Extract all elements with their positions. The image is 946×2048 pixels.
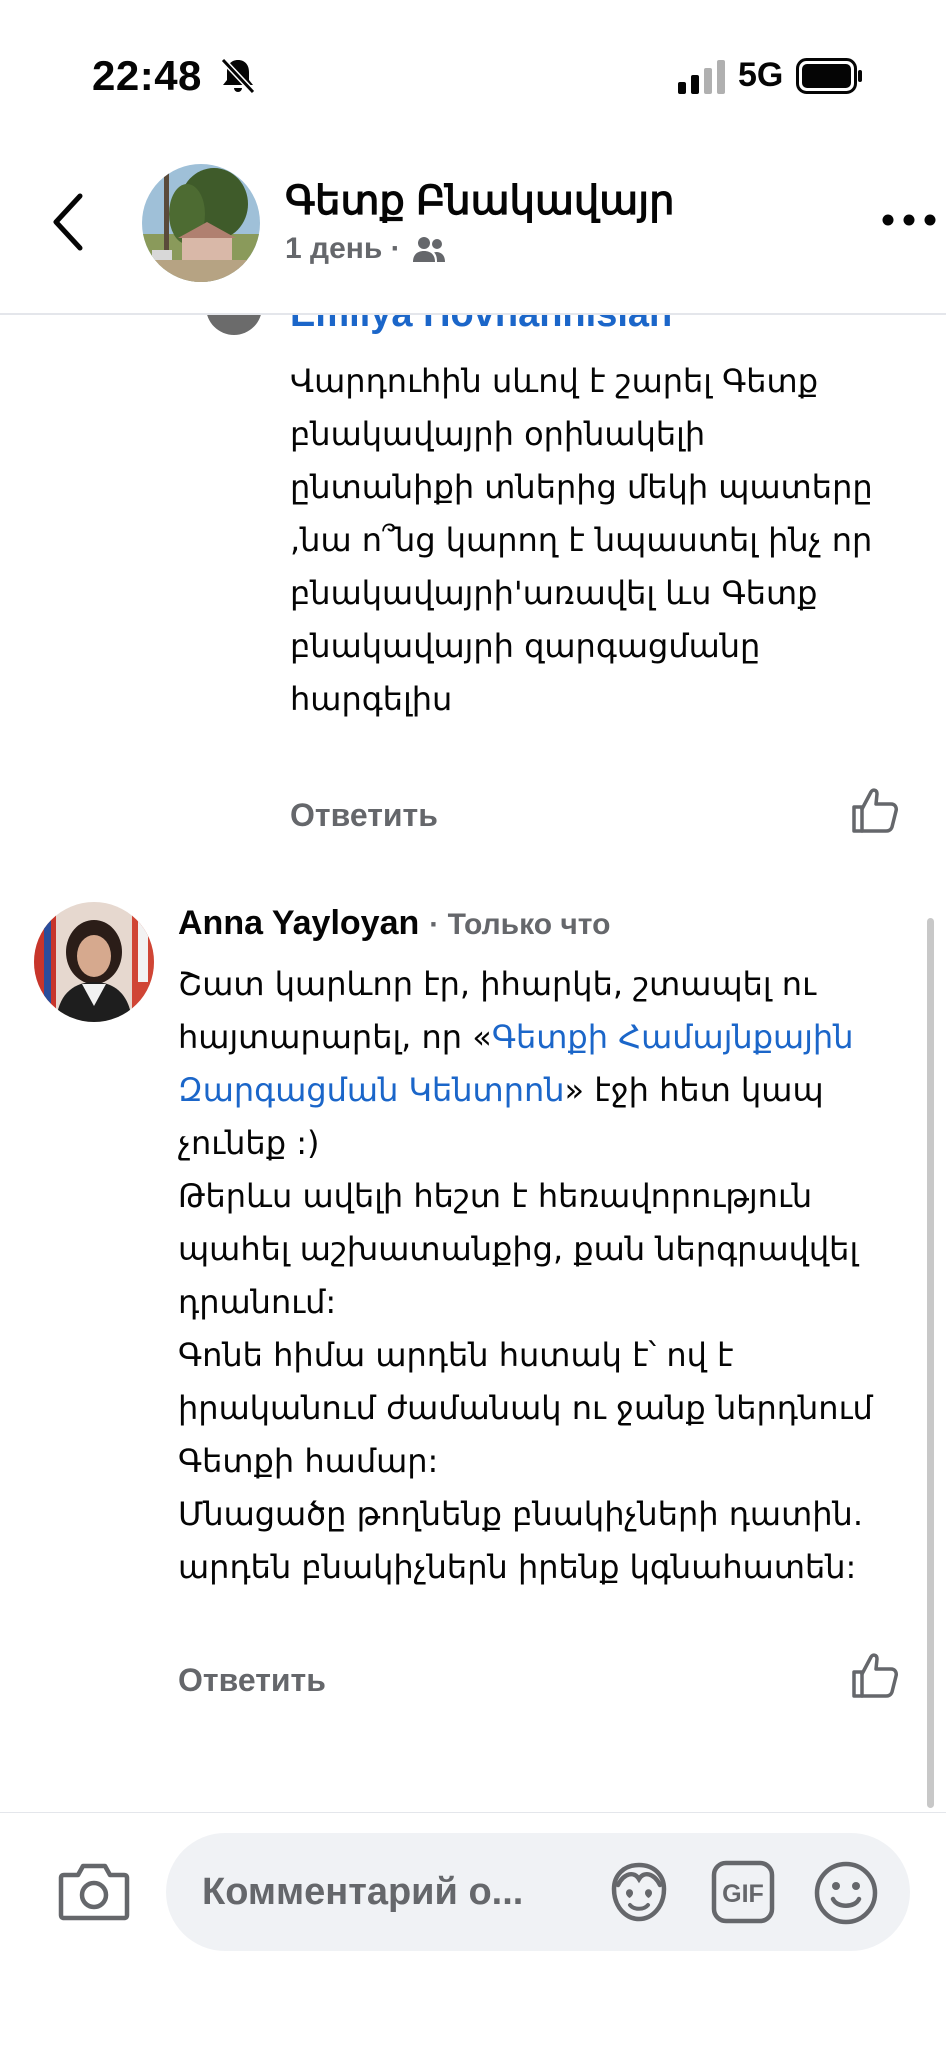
gif-label: GIF [722,1880,764,1908]
comment-body: Վարդուհին սևով է շարել Գետք բնակավայրի օ… [290,362,873,718]
signal-icon [678,60,725,94]
like-icon[interactable] [850,1650,900,1700]
group-avatar-image [142,164,260,282]
like-icon[interactable] [850,785,900,835]
group-audience-icon [412,237,445,262]
status-bar: 22:48 5G [0,0,946,150]
gif-icon[interactable]: GIF [710,1859,776,1925]
back-icon[interactable] [48,190,88,254]
comment-text: Մնացածը թողնենք բնակիչների դատին. արդեն … [178,1495,863,1586]
comment-author[interactable]: Anna Yayloyan [178,904,419,943]
comment-body: Շատ կարևոր էր, իհարկե, շտապել ու հայտարա… [178,958,908,1594]
screen: 22:48 5G Գետք Բնակավայր 1 день · Վարդուհ… [0,0,946,2048]
more-icon[interactable] [880,208,938,232]
emoji-icon[interactable] [812,1859,880,1927]
bell-slash-icon [220,57,256,95]
battery-icon [796,58,862,94]
group-title[interactable]: Գետք Բնակավայր [285,178,674,224]
comment-text: Գոնե հիմա արդեն հստակ է՝ ով է իրականում … [178,1336,873,1480]
comment-time: · Только что [429,908,611,941]
reply-button[interactable]: Ответить [178,1662,326,1699]
network-label: 5G [738,56,784,94]
header: Գետք Բնակավայր 1 день · [0,150,946,315]
avatar-image [34,902,154,1022]
reply-button[interactable]: Ответить [290,797,438,834]
avatar-sticker-icon[interactable] [606,1859,672,1925]
comment-composer: GIF [0,1812,946,2048]
avatar[interactable] [34,902,154,1022]
camera-icon[interactable] [58,1859,130,1923]
scrollbar[interactable] [927,918,934,1808]
comment-box: GIF [166,1833,910,1951]
group-avatar[interactable] [142,164,260,282]
post-time: 1 день · [285,232,401,265]
comment-input[interactable] [202,1833,582,1951]
post-meta: 1 день · [285,232,447,266]
status-time: 22:48 [92,52,202,99]
comment-header: Anna Yayloyan · Только что [178,904,610,943]
comment-text: Թերևս ավելի հեշտ է հեռավորություն պահել … [178,1177,859,1321]
